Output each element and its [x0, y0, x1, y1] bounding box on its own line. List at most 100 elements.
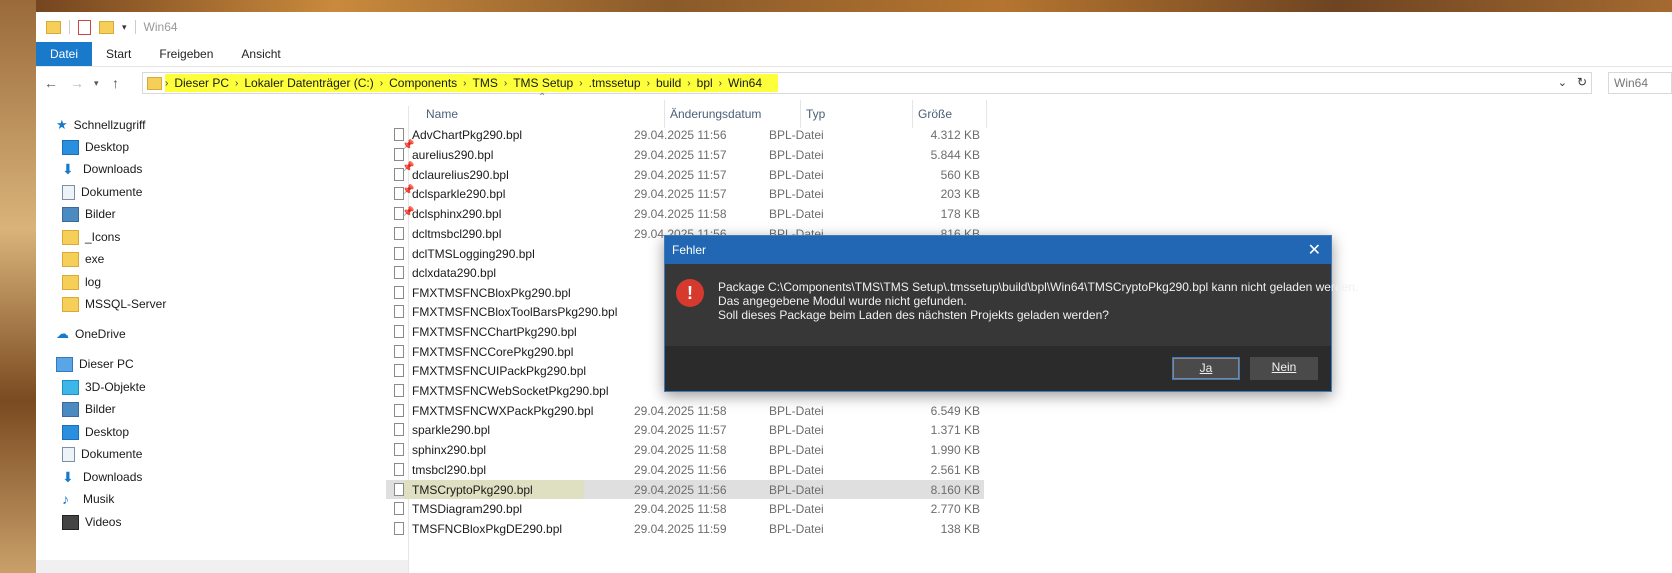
- sidebar-item-label: Bilder: [85, 207, 116, 221]
- sidebar-item-label: Videos: [85, 515, 122, 529]
- sidebar-item-label: OneDrive: [75, 327, 126, 341]
- address-bar-row: ← → ▾ ↑ › Dieser PC › Lokaler Datenträge…: [36, 69, 1672, 99]
- file-name: FMXTMSFNCChartPkg290.bpl: [412, 325, 577, 339]
- table-row[interactable]: TMSDiagram290.bpl 29.04.2025 11:58 BPL-Dat…: [386, 499, 984, 518]
- sidebar-item-exe[interactable]: exe: [62, 248, 104, 270]
- folder-icon: [62, 251, 79, 267]
- forward-arrow-icon[interactable]: →: [70, 75, 84, 91]
- table-row[interactable]: sparkle290.bpl 29.04.2025 11:57 BPL-Datei 1…: [386, 420, 984, 439]
- sidebar-item-schnellzugriff[interactable]: ★ Schnellzugriff: [56, 114, 145, 136]
- sidebar-item-desktop-pc[interactable]: Desktop: [62, 421, 129, 443]
- sidebar-item-label: Dokumente: [81, 185, 143, 199]
- close-icon[interactable]: ✕: [1308, 240, 1321, 260]
- dialog-title: Fehler: [672, 243, 707, 257]
- recent-chevron-icon[interactable]: ▾: [94, 78, 99, 89]
- file-name: FMXTMSFNCBloxPkg290.bpl: [412, 286, 571, 300]
- file-size: 203 KB: [940, 187, 980, 201]
- sidebar-item-downloads[interactable]: ⬇ Downloads: [62, 158, 142, 180]
- sidebar-item-desktop[interactable]: Desktop: [62, 136, 129, 158]
- file-icon: [394, 325, 404, 338]
- breadcrumb-item[interactable]: Win64: [722, 76, 768, 90]
- sidebar-item-label: Downloads: [83, 470, 143, 484]
- folder-icon[interactable]: [46, 20, 61, 34]
- sidebar-item-label: Dokumente: [81, 447, 143, 461]
- sidebar-item-musik[interactable]: ♪ Musik: [62, 488, 114, 510]
- video-icon: [62, 514, 79, 530]
- file-icon: [394, 463, 404, 476]
- up-arrow-icon[interactable]: ↑: [112, 75, 119, 91]
- sidebar-item-downloads-pc[interactable]: ⬇ Downloads: [62, 466, 142, 488]
- sidebar-item-dokumente-pc[interactable]: Dokumente: [62, 443, 142, 465]
- new-folder-icon[interactable]: [99, 20, 114, 34]
- sidebar-item-icons[interactable]: _Icons: [62, 226, 120, 248]
- sidebar-item-dieser-pc[interactable]: Dieser PC: [56, 353, 134, 375]
- breadcrumb-item[interactable]: bpl: [691, 76, 719, 90]
- sidebar-item-label: _Icons: [85, 230, 121, 244]
- tab-freigeben[interactable]: Freigeben: [145, 42, 227, 66]
- sidebar-item-videos[interactable]: Videos: [62, 511, 121, 533]
- file-date: 29.04.2025 11:56: [634, 483, 727, 497]
- sidebar-item-label: Dieser PC: [79, 357, 134, 371]
- file-icon: [394, 286, 404, 299]
- column-header-size[interactable]: Größe: [918, 100, 984, 128]
- sidebar-item-mssql-server[interactable]: MSSQL-Server: [62, 293, 166, 315]
- file-size: 8.160 KB: [930, 483, 980, 497]
- table-row[interactable]: FMXTMSFNCWXPackPkg290.bpl 29.04.2025 11:5…: [386, 401, 984, 420]
- table-row[interactable]: sphinx290.bpl 29.04.2025 11:58 BPL-Datei 1.…: [386, 440, 984, 459]
- breadcrumb-item[interactable]: Components: [383, 76, 463, 90]
- sidebar-item-3d-objekte[interactable]: 3D-Objekte: [62, 376, 146, 398]
- yes-button[interactable]: Ja: [1172, 357, 1240, 380]
- sidebar-scrollbar[interactable]: [36, 560, 408, 573]
- tab-ansicht[interactable]: Ansicht: [227, 42, 294, 66]
- column-header-name[interactable]: Name: [426, 100, 662, 128]
- file-icon: [394, 502, 404, 515]
- table-row[interactable]: tmsbcl290.bpl 29.04.2025 11:56 BPL-Datei 2.…: [386, 460, 984, 479]
- table-row[interactable]: aurelius290.bpl 29.04.2025 11:57 BPL-Datei…: [386, 145, 984, 164]
- documents-icon: [62, 446, 75, 462]
- sidebar-item-log[interactable]: log: [62, 271, 101, 293]
- tab-start[interactable]: Start: [92, 42, 145, 66]
- file-name: dcltmsbcl290.bpl: [412, 227, 502, 241]
- column-header-type[interactable]: Typ: [806, 100, 912, 128]
- folder-icon: [147, 77, 162, 90]
- search-input[interactable]: Win64: [1608, 72, 1672, 94]
- table-row[interactable]: dclsphinx290.bpl 29.04.2025 11:58 BPL-Date…: [386, 204, 984, 223]
- table-row[interactable]: dclaurelius290.bpl 29.04.2025 11:57 BPL-Da…: [386, 165, 984, 184]
- file-icon: [394, 187, 404, 200]
- properties-icon[interactable]: [78, 19, 91, 35]
- refresh-icon[interactable]: ↻: [1577, 75, 1587, 89]
- table-row[interactable]: AdvChartPkg290.bpl 29.04.2025 11:56 BPL-Da…: [386, 125, 984, 144]
- column-header-date[interactable]: Änderungsdatum: [670, 100, 800, 128]
- chevron-down-icon[interactable]: ▾: [122, 22, 127, 33]
- file-date: 29.04.2025 11:58: [634, 404, 727, 418]
- breadcrumb-item[interactable]: build: [650, 76, 687, 90]
- breadcrumb-item[interactable]: Dieser PC: [168, 76, 235, 90]
- sidebar-item-dokumente[interactable]: Dokumente: [62, 181, 142, 203]
- no-button[interactable]: Nein: [1250, 357, 1318, 380]
- sidebar-item-onedrive[interactable]: ☁ OneDrive: [56, 323, 126, 345]
- file-date: 29.04.2025 11:57: [634, 168, 727, 182]
- cloud-icon: ☁: [56, 326, 69, 341]
- table-row[interactable]: TMSFNCBloxPkgDE290.bpl 29.04.2025 11:59 BP…: [386, 519, 984, 538]
- pictures-icon: [62, 206, 79, 222]
- sidebar-item-label: Downloads: [83, 162, 143, 176]
- table-row-selected[interactable]: TMSCryptoPkg290.bpl 29.04.2025 11:56 BPL-D…: [386, 480, 984, 499]
- sidebar-item-bilder-pc[interactable]: Bilder: [62, 398, 116, 420]
- breadcrumb-item[interactable]: TMS Setup: [507, 76, 579, 90]
- file-size: 4.312 KB: [930, 128, 980, 142]
- sidebar-item-bilder[interactable]: Bilder: [62, 203, 116, 225]
- breadcrumb[interactable]: › Dieser PC › Lokaler Datenträger (C:) ›…: [142, 72, 1592, 94]
- back-arrow-icon[interactable]: ←: [44, 75, 58, 91]
- tab-datei[interactable]: Datei: [36, 42, 93, 66]
- 3d-objects-icon: [62, 379, 79, 395]
- breadcrumb-item[interactable]: TMS: [467, 76, 504, 90]
- file-size: 1.371 KB: [930, 423, 980, 437]
- breadcrumb-item[interactable]: Lokaler Datenträger (C:): [238, 76, 379, 90]
- dialog-message-line: Package C:\Components\TMS\TMS Setup\.tms…: [718, 280, 1359, 294]
- table-row[interactable]: dclsparkle290.bpl 29.04.2025 11:57 BPL-Dat…: [386, 184, 984, 203]
- file-icon: [394, 227, 404, 240]
- address-dropdown-icon[interactable]: ⌄: [1558, 76, 1567, 89]
- breadcrumb-item[interactable]: .tmssetup: [583, 76, 647, 90]
- file-name: aurelius290.bpl: [412, 148, 494, 162]
- breadcrumb-highlight: › Dieser PC › Lokaler Datenträger (C:) ›…: [165, 74, 779, 92]
